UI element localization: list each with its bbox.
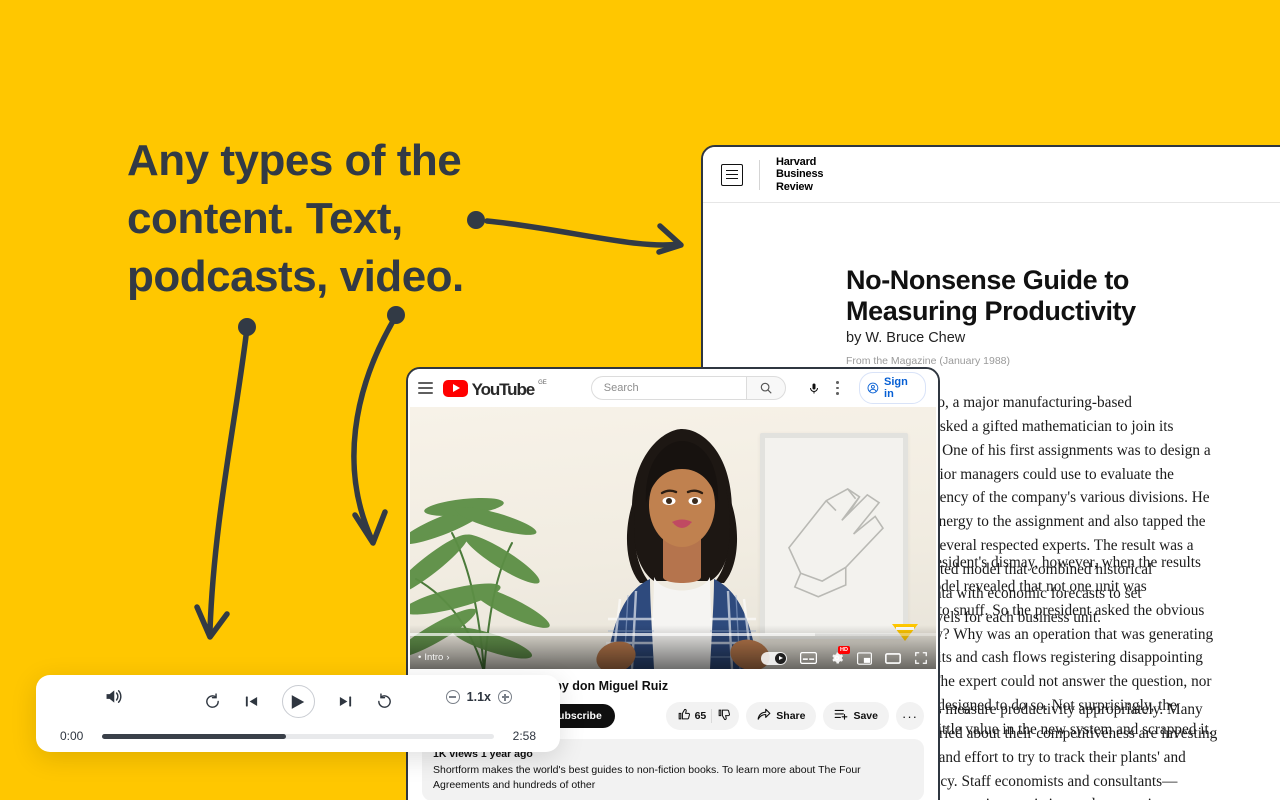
save-playlist-icon xyxy=(834,708,848,724)
sign-in-label: Sign in xyxy=(884,376,908,400)
plus-circle-icon[interactable] xyxy=(498,690,512,704)
next-track-icon[interactable] xyxy=(338,694,353,709)
audio-player: 1.1x 0:00 2:58 xyxy=(36,675,560,752)
menu-icon[interactable] xyxy=(418,382,433,394)
audio-timeline: 0:00 2:58 xyxy=(36,718,560,743)
player-right-controls: HD xyxy=(761,646,928,665)
chevron-right-icon: › xyxy=(446,652,450,663)
play-button[interactable] xyxy=(281,685,315,718)
share-button[interactable]: Share xyxy=(746,702,817,730)
more-vertical-icon[interactable] xyxy=(832,377,843,399)
description-text: Shortform makes the world's best guides … xyxy=(433,764,861,791)
sign-in-button[interactable]: Sign in xyxy=(859,372,926,404)
page-title: Any types of the content. Text, podcasts… xyxy=(127,136,464,302)
miniplayer-icon[interactable] xyxy=(857,651,872,665)
video-progress-bar[interactable] xyxy=(410,633,936,636)
audio-progress-fill xyxy=(102,733,287,739)
playback-speed-control: 1.1x xyxy=(445,690,512,704)
article-title: No-Nonsense Guide to Measuring Productiv… xyxy=(846,265,1136,327)
share-arrow-icon xyxy=(757,708,771,724)
theater-mode-icon[interactable] xyxy=(885,652,901,665)
minus-circle-icon[interactable] xyxy=(445,690,460,704)
save-label: Save xyxy=(853,710,878,722)
share-label: Share xyxy=(776,710,806,722)
microphone-icon[interactable] xyxy=(804,376,825,400)
youtube-country-code: GE xyxy=(538,379,547,386)
forward-icon[interactable] xyxy=(376,693,393,710)
divider xyxy=(711,709,713,723)
audio-progress-bar[interactable] xyxy=(102,733,494,739)
chapter-dot-icon: • xyxy=(418,652,422,663)
youtube-logo[interactable]: YouTube GE xyxy=(442,379,547,399)
thumbs-down-icon[interactable] xyxy=(717,708,731,724)
speed-value: 1.1x xyxy=(466,690,491,704)
more-horizontal-icon[interactable]: ··· xyxy=(896,702,924,730)
article-author: by W. Bruce Chew xyxy=(846,330,966,346)
settings-gear-icon[interactable]: HD xyxy=(830,646,850,665)
youtube-play-badge-icon xyxy=(442,379,468,397)
fullscreen-icon[interactable] xyxy=(914,651,928,665)
current-time: 0:00 xyxy=(60,729,84,743)
article-menu-icon[interactable] xyxy=(721,163,743,186)
video-action-buttons: 65 Share Save ··· xyxy=(665,702,924,730)
like-count: 65 xyxy=(694,710,707,722)
total-time: 2:58 xyxy=(512,729,536,743)
search-icon[interactable] xyxy=(745,376,786,400)
divider xyxy=(759,159,760,190)
video-player[interactable]: • Intro › HD xyxy=(410,407,936,669)
autoplay-toggle-icon[interactable] xyxy=(761,651,787,665)
thumbs-up-icon[interactable] xyxy=(677,708,690,724)
rewind-icon[interactable] xyxy=(204,693,221,710)
youtube-wordmark: YouTube xyxy=(471,379,536,399)
previous-track-icon[interactable] xyxy=(244,694,259,709)
hbr-article-body: No-Nonsense Guide to Measuring Productiv… xyxy=(703,203,1280,800)
search-bar: Search xyxy=(590,376,786,400)
volume-icon[interactable] xyxy=(104,688,123,705)
quality-badge: HD xyxy=(838,646,850,654)
hbr-logo[interactable]: Harvard Business Review xyxy=(776,156,824,193)
save-button[interactable]: Save xyxy=(823,702,889,730)
closed-captions-icon[interactable] xyxy=(800,652,817,664)
account-circle-icon xyxy=(867,382,879,394)
like-dislike-group: 65 xyxy=(665,702,740,730)
hbr-top-bar: Harvard Business Review xyxy=(703,147,1280,203)
chapter-label: Intro xyxy=(424,652,444,663)
chapter-indicator[interactable]: • Intro › xyxy=(418,652,450,663)
search-input[interactable]: Search xyxy=(590,376,746,400)
player-controls: • Intro › HD xyxy=(410,625,936,669)
article-source: From the Magazine (January 1988) xyxy=(846,355,1010,367)
promo-slide: Any types of the content. Text, podcasts… xyxy=(0,0,1280,800)
audio-transport-controls: 1.1x xyxy=(36,675,560,718)
youtube-header: YouTube GE Search Sign in xyxy=(408,369,938,407)
